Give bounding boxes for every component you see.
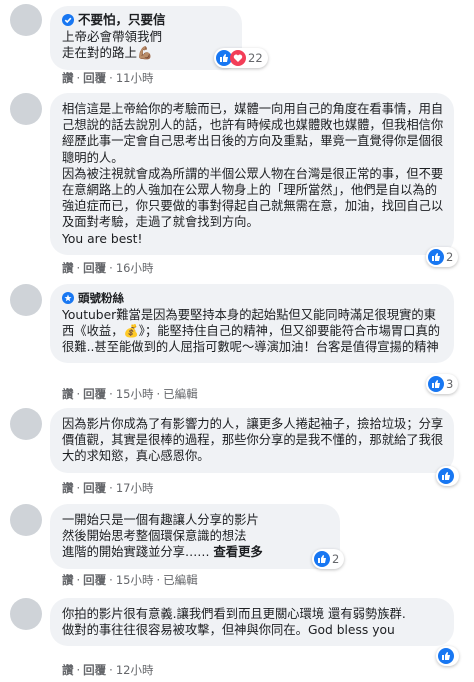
- separator-dot: ·: [109, 663, 113, 677]
- comment-text: 你拍的影片很有意義.讓我們看到而且更關心環境 還有弱勢族群. 做對的事往往很容易…: [62, 607, 406, 638]
- comment-actions: 讚 · 回覆 · 12小時: [62, 662, 153, 678]
- timestamp[interactable]: 16小時: [116, 261, 154, 275]
- reaction-summary[interactable]: [436, 646, 459, 666]
- comment-text: 因為影片你成為了有影響力的人，讓更多人捲起袖子，撿拾垃圾；分享價值觀，其實是很棒…: [62, 417, 444, 464]
- reaction-count: 2: [332, 552, 340, 566]
- like-reaction-icon: [438, 468, 454, 484]
- reply-button[interactable]: 回覆: [83, 481, 106, 495]
- reaction-summary[interactable]: 22: [214, 48, 268, 68]
- author-name: 不要怕，只要信: [78, 12, 166, 27]
- avatar[interactable]: [10, 4, 42, 36]
- comment-text: Youtuber難當是因為要堅持本身的起始點但又能同時滿足很現實的東西《收益，💰…: [62, 307, 441, 354]
- reaction-summary[interactable]: 3: [426, 374, 459, 394]
- like-reaction-icon: [438, 648, 454, 664]
- like-reaction-icon: [428, 376, 444, 392]
- separator-dot: ·: [109, 387, 113, 401]
- comment-bubble: 你拍的影片很有意義.讓我們看到而且更關心環境 還有弱勢族群. 做對的事往往很容易…: [50, 598, 454, 647]
- like-reaction-icon: [314, 551, 330, 567]
- avatar[interactable]: [10, 408, 42, 440]
- reply-button[interactable]: 回覆: [83, 387, 106, 401]
- like-reaction-icon: [428, 249, 444, 265]
- comment-bubble: 一開始只是一個有趣讓人分享的影片 然後開始思考整個環保意識的想法 進階的開始實踐…: [50, 504, 340, 569]
- timestamp[interactable]: 12小時: [116, 663, 154, 677]
- top-fan-icon: [62, 292, 74, 305]
- avatar[interactable]: [10, 598, 42, 630]
- reaction-summary[interactable]: [436, 466, 459, 486]
- separator-dot: ·: [109, 481, 113, 495]
- like-button[interactable]: 讚: [62, 71, 74, 85]
- comment-author[interactable]: 不要怕，只要信: [62, 12, 232, 29]
- comment-actions: 讚 · 回覆 · 11小時: [62, 70, 153, 86]
- top-fan-badge: 頭號粉絲: [78, 291, 124, 305]
- comment-bubble: 頭號粉絲 Youtuber難當是因為要堅持本身的起始點但又能同時滿足很現實的東西…: [50, 284, 454, 364]
- separator-dot: ·: [109, 261, 113, 275]
- like-button[interactable]: 讚: [62, 387, 74, 401]
- comment-bubble: 因為影片你成為了有影響力的人，讓更多人捲起袖子，撿拾垃圾；分享價值觀，其實是很棒…: [50, 408, 454, 473]
- verified-icon: [62, 14, 74, 27]
- comment-actions: 讚 · 回覆 · 15小時 · 已編輯: [62, 572, 198, 588]
- comment-text: 上帝必會帶領我們 走在對的路上💪🏽: [62, 28, 163, 61]
- edited-label[interactable]: 已編輯: [163, 387, 198, 401]
- reaction-count: 3: [446, 377, 454, 391]
- timestamp[interactable]: 11小時: [116, 71, 154, 85]
- separator-dot: ·: [76, 481, 81, 495]
- avatar[interactable]: [10, 504, 42, 536]
- reaction-count: 2: [446, 250, 454, 264]
- reply-button[interactable]: 回覆: [83, 261, 106, 275]
- like-button[interactable]: 讚: [62, 663, 74, 677]
- comment-actions: 讚 · 回覆 · 16小時: [62, 260, 153, 276]
- reply-button[interactable]: 回覆: [83, 573, 106, 587]
- separator-dot: ·: [76, 387, 81, 401]
- comment-actions: 讚 · 回覆 · 15小時 · 已編輯: [62, 386, 198, 402]
- comment-text: 相信這是上帝給你的考驗而已，媒體一向用自己的角度在看事情，用自己想說的話去說別人…: [62, 102, 444, 246]
- reaction-count: 22: [248, 51, 263, 65]
- separator-dot: ·: [76, 573, 81, 587]
- comment-author[interactable]: 頭號粉絲: [62, 290, 444, 307]
- love-reaction-icon: [230, 50, 246, 66]
- reply-button[interactable]: 回覆: [83, 71, 106, 85]
- reply-button[interactable]: 回覆: [83, 663, 106, 677]
- timestamp[interactable]: 15小時: [116, 573, 154, 587]
- comment-bubble: 不要怕，只要信 上帝必會帶領我們 走在對的路上💪🏽: [50, 6, 242, 70]
- separator-dot: ·: [109, 573, 113, 587]
- comment-bubble: 相信這是上帝給你的考驗而已，媒體一向用自己的角度在看事情，用自己想說的話去說別人…: [50, 93, 454, 255]
- avatar[interactable]: [10, 284, 42, 316]
- reaction-summary[interactable]: 2: [426, 247, 459, 267]
- like-button[interactable]: 讚: [62, 573, 74, 587]
- separator-dot: ·: [156, 387, 161, 401]
- separator-dot: ·: [76, 71, 81, 85]
- see-more-link[interactable]: 查看更多: [214, 545, 263, 559]
- like-button[interactable]: 讚: [62, 481, 74, 495]
- comment-actions: 讚 · 回覆 · 17小時: [62, 480, 153, 496]
- edited-label[interactable]: 已編輯: [163, 573, 198, 587]
- avatar[interactable]: [10, 93, 42, 125]
- separator-dot: ·: [109, 71, 113, 85]
- timestamp[interactable]: 15小時: [116, 387, 154, 401]
- separator-dot: ·: [76, 663, 81, 677]
- separator-dot: ·: [156, 573, 161, 587]
- timestamp[interactable]: 17小時: [116, 481, 154, 495]
- reaction-summary[interactable]: 2: [312, 549, 345, 569]
- like-button[interactable]: 讚: [62, 261, 74, 275]
- separator-dot: ·: [76, 261, 81, 275]
- comment-text-block: 一開始只是一個有趣讓人分享的影片 然後開始思考整個環保意識的想法 進階的開始實踐…: [62, 512, 330, 561]
